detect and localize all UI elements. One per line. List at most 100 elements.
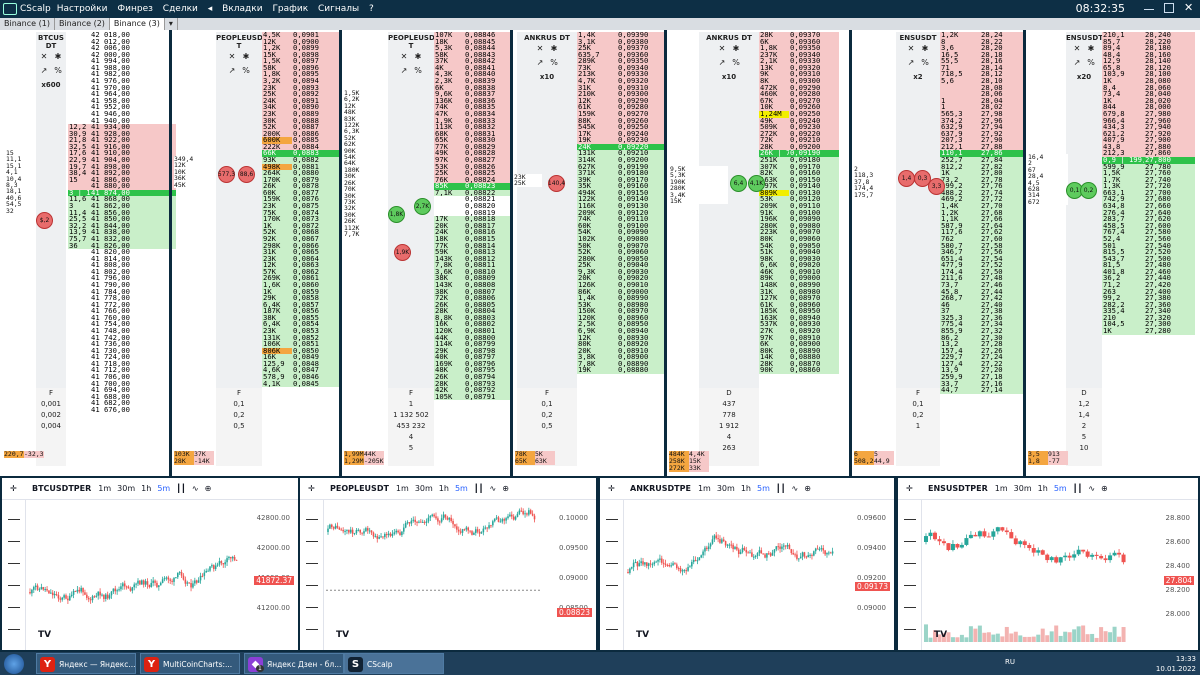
price-row[interactable]: 131K 0,0852	[262, 334, 342, 342]
price-row[interactable]: 637,9 27,92	[940, 130, 1025, 138]
price-row[interactable]: 200K 0,0886	[262, 130, 342, 138]
cluster-value[interactable]: 0,004	[36, 421, 66, 432]
chart-line-icon[interactable]: ↗	[1072, 58, 1082, 68]
price-row[interactable]: 72K 0,08806	[434, 295, 510, 302]
price-row[interactable]: 268,7 27,42	[940, 295, 1025, 302]
price-row[interactable]: 97K 0,08910	[759, 334, 839, 342]
close-icon[interactable]: ✕	[717, 44, 727, 54]
price-row[interactable]: 41 682,00	[68, 400, 176, 407]
close-icon[interactable]: ✕	[227, 52, 237, 62]
cluster-value[interactable]: 1	[388, 399, 434, 410]
price-row[interactable]: 89K 0,09000	[759, 275, 839, 282]
price-row[interactable]: 494K 0,09150	[577, 189, 664, 197]
price-row[interactable]: 76K 0,08824	[434, 176, 510, 184]
price-chart[interactable]: ✛ ANKRUSDTPE 1m 30m 1h 5m ┃┃ ∿ ⊕ 0.09600 0.09400 0.…	[600, 478, 894, 650]
price-row[interactable]: 80K 0,09060	[759, 235, 839, 243]
price-row[interactable]: 280K 0,09050	[577, 255, 664, 263]
price-row[interactable]: 210,1 28,240	[1102, 32, 1195, 39]
text-icon[interactable]	[904, 578, 916, 586]
price-row[interactable]: 104,5 27,300	[1102, 321, 1195, 329]
price-row[interactable]: 1,2K 27,68	[940, 209, 1025, 217]
price-row[interactable]: 41 796,00	[68, 275, 176, 282]
cluster-value[interactable]: 0,2	[517, 410, 577, 421]
chart-symbol[interactable]: PEOPLEUSDT	[330, 484, 389, 493]
cluster-value[interactable]: 0,002	[36, 410, 66, 421]
price-row[interactable]: 498K 0,0881	[262, 163, 342, 171]
price-row[interactable]: 632,9 27,94	[940, 124, 1025, 131]
price-row[interactable]: 131K 0,09210	[577, 150, 664, 157]
price-row[interactable]: 174,4 27,50	[940, 268, 1025, 276]
price-row[interactable]: 163K 0,09150	[759, 176, 839, 184]
price-row[interactable]: 1,24M 0,09250	[759, 110, 839, 118]
price-row[interactable]: 458,5 27,600	[1102, 222, 1195, 230]
indicators-icon[interactable]: ∿	[1088, 484, 1095, 493]
price-row[interactable]: 24K 0,09220	[577, 143, 664, 151]
candles-icon[interactable]: ┃┃	[776, 484, 786, 493]
price-row[interactable]: 91K 0,09100	[759, 209, 839, 217]
price-row[interactable]: 6,4K 0,0857	[262, 301, 342, 309]
price-row[interactable]: 634,8 27,660	[1102, 203, 1195, 210]
price-row[interactable]: 29K 0,08798	[434, 347, 510, 355]
candles-icon[interactable]: ┃┃	[1073, 484, 1083, 493]
price-row[interactable]: 4,3K 0,08840	[434, 71, 510, 79]
interval-5m[interactable]: 5m	[455, 484, 468, 493]
price-row[interactable]: 19K 0,08880	[577, 367, 664, 375]
price-row[interactable]: 41 766,00	[68, 308, 176, 315]
price-row[interactable]: 229,7 27,24	[940, 354, 1025, 361]
price-row[interactable]: 28K 0,09200	[759, 143, 839, 151]
brush-icon[interactable]	[904, 556, 916, 564]
price-row[interactable]: 23K 0,0853	[262, 328, 342, 335]
price-row[interactable]: 159K 0,0876	[262, 196, 342, 204]
price-row[interactable]: 41 958,00	[68, 98, 176, 105]
measure-icon[interactable]	[904, 622, 916, 630]
price-row[interactable]: 36 41 826,00	[68, 242, 176, 250]
price-row[interactable]: 11,4 41 856,00	[68, 209, 176, 217]
price-row[interactable]: 855,9 27,32	[940, 328, 1025, 335]
price-row[interactable]: 621,2 27,920	[1102, 130, 1195, 138]
price-row[interactable]: 32,5 41 916,00	[68, 143, 176, 151]
cluster-value[interactable]: 0,2	[896, 410, 940, 421]
price-row[interactable]: 4,1K 0,0845	[262, 380, 342, 388]
price-row[interactable]: 509K 0,09230	[759, 124, 839, 131]
price-row[interactable]: 42 006,00	[68, 45, 176, 52]
price-row[interactable]: 71 28,14	[940, 64, 1025, 72]
price-row[interactable]: 60K 0,0877	[262, 189, 342, 197]
price-row[interactable]: 20K 0,09020	[577, 275, 664, 282]
price-row[interactable]: 1,5K 27,760	[1102, 170, 1195, 177]
price-row[interactable]: 13,9 41 838,00	[68, 229, 176, 236]
price-row[interactable]: 30,9 41 928,00	[68, 130, 176, 138]
crosshair-icon[interactable]: ✛	[608, 484, 615, 493]
price-row[interactable]: 809K 0,09130	[759, 189, 839, 197]
cluster-value[interactable]: 0,1	[517, 399, 577, 410]
price-row[interactable]: 41 814,00	[68, 256, 176, 263]
price-row[interactable]: 116K 0,09130	[577, 203, 664, 210]
price-row[interactable]: 105K 0,08791	[434, 393, 510, 401]
price-row[interactable]: 41 688,00	[68, 394, 176, 401]
price-row[interactable]: 298K 0,0866	[262, 242, 342, 250]
percent-icon[interactable]: %	[549, 58, 559, 68]
price-row[interactable]: 81,5 27,480	[1102, 262, 1195, 269]
price-row[interactable]: 12K 0,0900	[262, 38, 342, 46]
price-row[interactable]: 143K 0,08812	[434, 255, 510, 263]
price-row[interactable]: 52K 0,0868	[262, 229, 342, 236]
menu-finrez[interactable]: Финрез	[117, 4, 153, 14]
cluster-value[interactable]: 5	[388, 443, 434, 454]
price-row[interactable]: 42 018,00	[68, 32, 176, 39]
price-row[interactable]: 1,4K 27,70	[940, 203, 1025, 210]
price-row[interactable]: 22,9 41 904,00	[68, 156, 176, 164]
price-row[interactable]: 41 790,00	[68, 282, 176, 289]
cluster-value[interactable]: 1	[896, 421, 940, 432]
price-row[interactable]: 37 27,38	[940, 308, 1025, 315]
interval-5m[interactable]: 5m	[157, 484, 170, 493]
price-row[interactable]: 407,9 27,900	[1102, 137, 1195, 144]
crosshair-icon[interactable]: ✛	[308, 484, 315, 493]
close-icon[interactable]: ✕	[399, 52, 409, 62]
price-row[interactable]: 3,6 28,20	[940, 45, 1025, 52]
price-row[interactable]: 15K 0,0898	[262, 51, 342, 59]
price-row[interactable]: 77K 0,08829	[434, 143, 510, 151]
price-row[interactable]: 17K 0,09240	[577, 130, 664, 138]
price-row[interactable]: 42K 0,08792	[434, 387, 510, 394]
price-row[interactable]: 187K 0,0856	[262, 308, 342, 315]
price-row[interactable]: 53K 0,08826	[434, 163, 510, 171]
price-chart[interactable]: ✛ PEOPLEUSDT 1m 30m 1h 5m ┃┃ ∿ ⊕ 0.10000 0.09500 0.…	[300, 478, 596, 650]
